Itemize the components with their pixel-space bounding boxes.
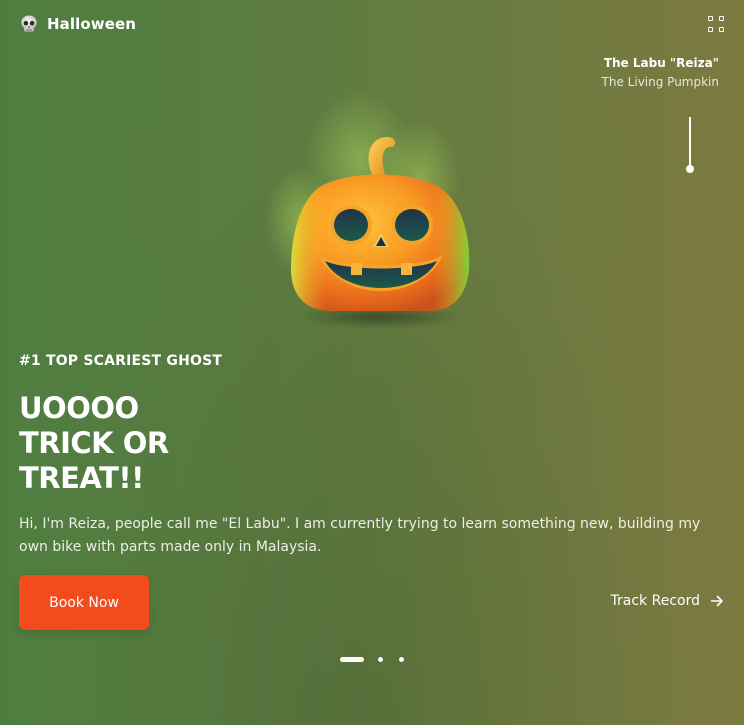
headline-line: UOOOO bbox=[19, 391, 139, 425]
tagline: #1 TOP SCARIEST GHOST bbox=[19, 353, 223, 369]
track-record-link[interactable]: Track Record bbox=[611, 593, 724, 609]
character-pointer-line bbox=[689, 117, 691, 169]
headline-line: TRICK OR bbox=[19, 426, 169, 460]
arrow-right-icon bbox=[710, 595, 723, 607]
headline-line: TREAT!! bbox=[19, 461, 144, 495]
brand-name: Halloween bbox=[47, 15, 137, 33]
character-description: The Living Pumpkin bbox=[601, 75, 719, 89]
brand[interactable]: Halloween bbox=[19, 14, 136, 34]
character-name: The Labu "Reiza" bbox=[603, 56, 719, 70]
pager-dot[interactable] bbox=[378, 657, 383, 662]
skull-icon bbox=[21, 15, 37, 32]
character-info: The Labu "Reiza" The Living Pumpkin bbox=[602, 55, 719, 91]
headline: UOOOO TRICK OR TREAT!! bbox=[19, 391, 169, 496]
carousel-pager bbox=[340, 657, 404, 662]
grid-cell bbox=[708, 16, 713, 21]
book-now-button[interactable]: Book Now bbox=[19, 575, 149, 630]
grid-cell bbox=[719, 16, 724, 21]
character-pointer-dot bbox=[686, 165, 694, 173]
grid-cell bbox=[719, 27, 724, 32]
grid-menu-icon[interactable] bbox=[708, 16, 724, 32]
track-record-label: Track Record bbox=[610, 593, 700, 609]
pager-dot-active[interactable] bbox=[340, 657, 364, 662]
pager-dot[interactable] bbox=[399, 657, 404, 662]
grid-cell bbox=[708, 27, 713, 32]
pumpkin-illustration bbox=[265, 90, 470, 329]
intro-paragraph: Hi, I'm Reiza, people call me "El Labu".… bbox=[19, 516, 701, 555]
